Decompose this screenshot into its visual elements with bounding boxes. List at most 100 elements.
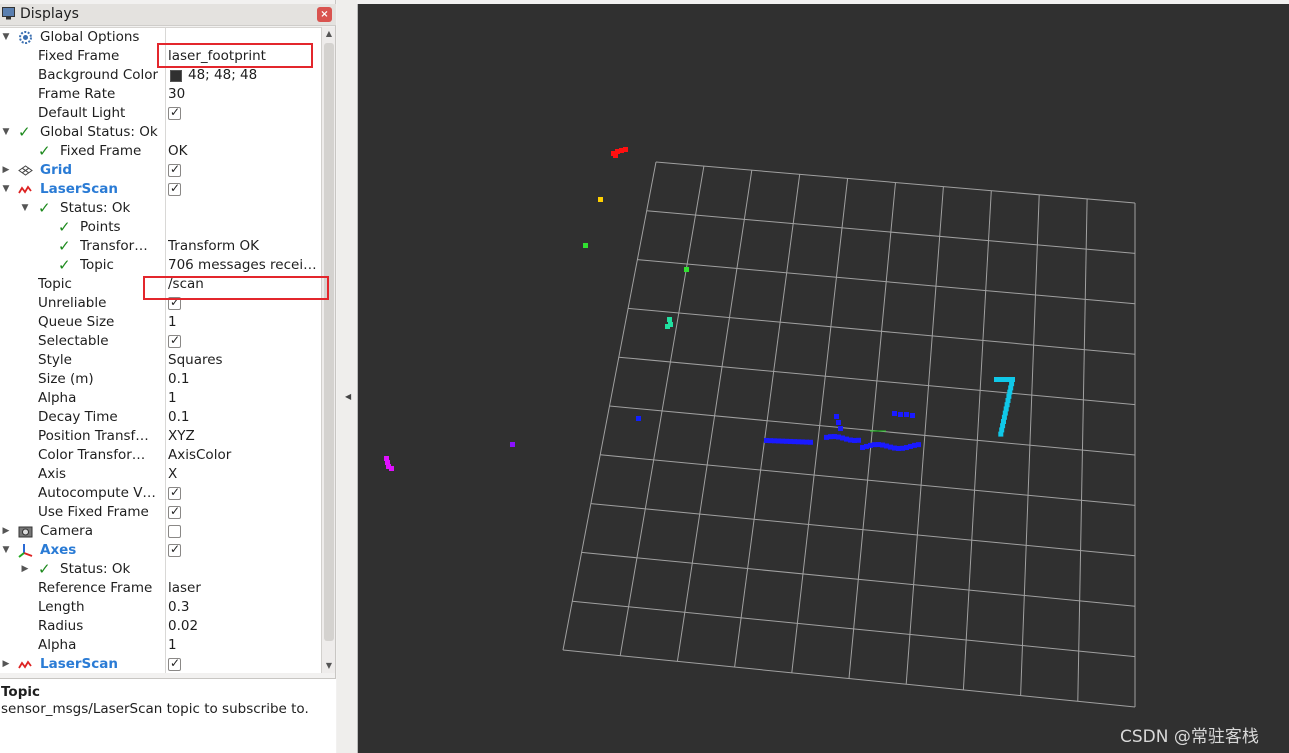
highlight-box-topic <box>143 276 329 300</box>
tree-label: Background Color <box>38 67 159 83</box>
tree-row-reference-frame[interactable]: Reference Frame laser <box>0 579 321 598</box>
color-swatch[interactable] <box>170 70 182 82</box>
tree-row-queue-size[interactable]: Queue Size 1 <box>0 313 321 332</box>
collapse-left-icon[interactable]: ◀ <box>345 392 351 401</box>
axes-enable-checkbox[interactable] <box>168 542 181 557</box>
tree-row-alpha[interactable]: Alpha 1 <box>0 389 321 408</box>
tree-label: Fixed Frame <box>38 48 120 64</box>
watermark: CSDN @常驻客栈 <box>1120 727 1259 747</box>
expand-arrow-icon[interactable]: ▼ <box>1 124 11 140</box>
tree-row-use-fixed-frame[interactable]: Use Fixed Frame <box>0 503 321 522</box>
tree-row-autocompute[interactable]: Autocompute V… <box>0 484 321 503</box>
background-color-value[interactable]: 48; 48; 48 <box>188 67 321 83</box>
axis-value[interactable]: X <box>168 466 320 482</box>
default-light-checkbox[interactable] <box>168 105 181 120</box>
alpha-value[interactable]: 1 <box>168 390 320 406</box>
tree-row-axes-status[interactable]: ▶ ✓ Status: Ok <box>0 560 321 579</box>
queue-size-value[interactable]: 1 <box>168 314 320 330</box>
close-panel-button[interactable]: × <box>317 7 332 22</box>
tree-row-axis[interactable]: Axis X <box>0 465 321 484</box>
tree-row-status-fixed-frame[interactable]: ✓ Fixed Frame OK <box>0 142 321 161</box>
scan-point <box>623 147 628 152</box>
tree-row-background-color[interactable]: Background Color 48; 48; 48 <box>0 66 321 85</box>
tree-row-status-transform[interactable]: ✓ Transfor… Transform OK <box>0 237 321 256</box>
tree-row-laserscan[interactable]: ▼ LaserScan <box>0 180 321 199</box>
displays-tree[interactable]: ▼ Global Options Fixed Frame laser_footp… <box>0 27 321 673</box>
scan-point <box>904 412 909 417</box>
tree-scrollbar[interactable]: ▲ ▼ <box>321 27 335 673</box>
tree-row-camera[interactable]: ▶ Camera <box>0 522 321 541</box>
tree-label: Topic <box>38 276 72 292</box>
grid-line <box>590 503 1136 557</box>
tree-row-color-transformer[interactable]: Color Transfor… AxisColor <box>0 446 321 465</box>
radius-value[interactable]: 0.02 <box>168 618 320 634</box>
status-ok-icon: ✓ <box>58 218 71 236</box>
collapse-arrow-icon[interactable]: ▶ <box>1 656 11 672</box>
tree-row-position-transformer[interactable]: Position Transf… XYZ <box>0 427 321 446</box>
scroll-down-icon[interactable]: ▼ <box>322 659 336 673</box>
position-transformer-value[interactable]: XYZ <box>168 428 320 444</box>
collapse-arrow-icon[interactable]: ▶ <box>20 561 30 577</box>
tree-label: Unreliable <box>38 295 107 311</box>
status-value: OK <box>168 143 188 159</box>
tree-label: Topic <box>80 257 114 273</box>
tree-row-laserscan-2[interactable]: ▶ LaserScan <box>0 655 321 673</box>
tree-row-selectable[interactable]: Selectable <box>0 332 321 351</box>
style-value[interactable]: Squares <box>168 352 320 368</box>
scan-point <box>898 412 903 417</box>
scroll-up-icon[interactable]: ▲ <box>322 27 336 41</box>
tree-row-size[interactable]: Size (m) 0.1 <box>0 370 321 389</box>
scan-point <box>916 442 921 448</box>
highlight-box-fixed-frame <box>157 43 313 68</box>
status-ok-icon: ✓ <box>58 256 71 274</box>
tree-label: Selectable <box>38 333 109 349</box>
laserscan-icon <box>18 660 32 669</box>
expand-arrow-icon[interactable]: ▼ <box>20 200 30 216</box>
description-title: Topic <box>1 684 40 700</box>
panel-splitter[interactable]: ◀ <box>337 0 357 753</box>
scan-point <box>665 324 670 329</box>
scene-canvas[interactable] <box>358 4 1289 753</box>
tree-row-frame-rate[interactable]: Frame Rate 30 <box>0 85 321 104</box>
tree-row-decay-time[interactable]: Decay Time 0.1 <box>0 408 321 427</box>
collapse-arrow-icon[interactable]: ▶ <box>1 523 11 539</box>
tree-row-default-light[interactable]: Default Light <box>0 104 321 123</box>
monitor-icon <box>2 7 15 20</box>
camera-enable-checkbox[interactable] <box>168 525 181 538</box>
tree-row-status-points[interactable]: ✓ Points <box>0 218 321 237</box>
length-value[interactable]: 0.3 <box>168 599 320 615</box>
tree-row-axes[interactable]: ▼ Axes <box>0 541 321 560</box>
tree-row-axes-alpha[interactable]: Alpha 1 <box>0 636 321 655</box>
status-ok-icon: ✓ <box>58 237 71 255</box>
laserscan-2-enable-checkbox[interactable] <box>168 656 181 671</box>
reference-frame-value[interactable]: laser <box>168 580 320 596</box>
tree-row-grid[interactable]: ▶ Grid <box>0 161 321 180</box>
tree-row-style[interactable]: Style Squares <box>0 351 321 370</box>
tree-row-global-status[interactable]: ▼ ✓ Global Status: Ok <box>0 123 321 142</box>
frame-rate-value[interactable]: 30 <box>168 86 320 102</box>
render-view-3d[interactable]: CSDN @常驻客栈 <box>357 4 1289 753</box>
tree-row-laserscan-status[interactable]: ▼ ✓ Status: Ok <box>0 199 321 218</box>
color-transformer-value[interactable]: AxisColor <box>168 447 320 463</box>
tree-row-length[interactable]: Length 0.3 <box>0 598 321 617</box>
grid-line <box>581 551 1136 607</box>
status-value: Transform OK <box>168 238 259 254</box>
laserscan-enable-checkbox[interactable] <box>168 181 181 196</box>
expand-arrow-icon[interactable]: ▼ <box>1 29 11 45</box>
tree-label: Frame Rate <box>38 86 116 102</box>
tree-row-status-topic[interactable]: ✓ Topic 706 messages recei… <box>0 256 321 275</box>
collapse-arrow-icon[interactable]: ▶ <box>1 162 11 178</box>
scan-point <box>389 466 394 471</box>
size-value[interactable]: 0.1 <box>168 371 320 387</box>
scroll-thumb[interactable] <box>324 43 334 641</box>
gear-icon <box>19 31 32 44</box>
grid-enable-checkbox[interactable] <box>168 162 181 177</box>
tree-row-radius[interactable]: Radius 0.02 <box>0 617 321 636</box>
use-fixed-frame-checkbox[interactable] <box>168 504 181 519</box>
axes-alpha-value[interactable]: 1 <box>168 637 320 653</box>
selectable-checkbox[interactable] <box>168 333 181 348</box>
expand-arrow-icon[interactable]: ▼ <box>1 181 11 197</box>
autocompute-checkbox[interactable] <box>168 485 181 500</box>
expand-arrow-icon[interactable]: ▼ <box>1 542 11 558</box>
decay-time-value[interactable]: 0.1 <box>168 409 320 425</box>
